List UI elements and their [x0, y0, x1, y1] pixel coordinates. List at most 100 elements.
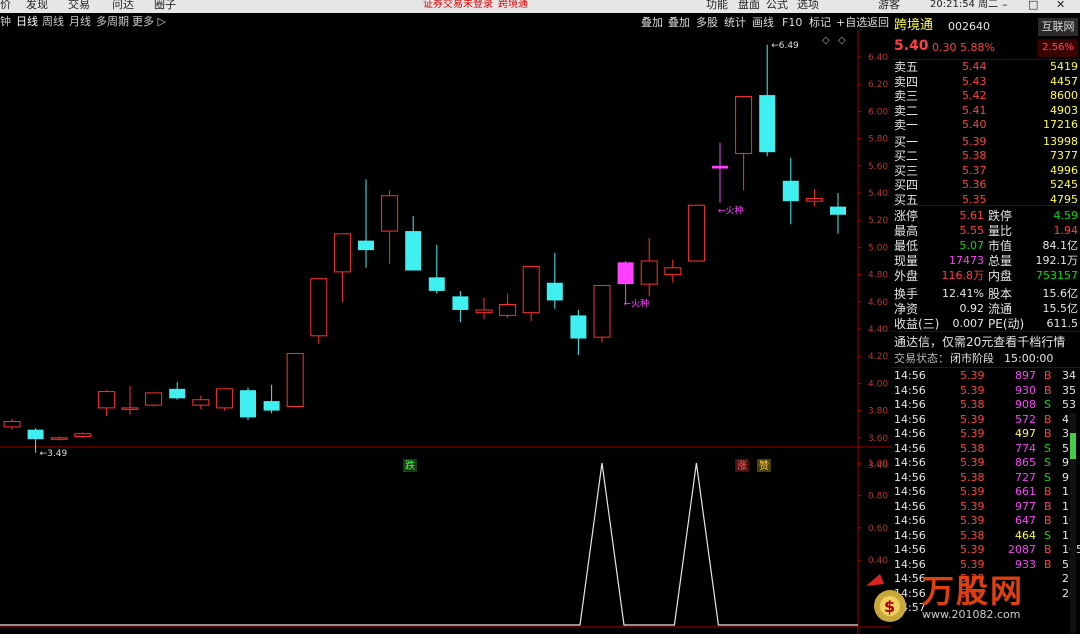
tick-time: 14:56 — [894, 499, 926, 513]
tick-time: 14:56 — [894, 456, 926, 469]
stock-name: 跨境通 — [894, 18, 934, 33]
tab-more[interactable]: 更多 ▷ — [132, 13, 166, 31]
candle-body — [50, 437, 68, 440]
stat-value: 0.92 — [959, 302, 985, 315]
order-book-label: 卖一 — [894, 118, 919, 132]
tick-time: 14:56 — [894, 586, 926, 600]
toolbar-mark-button[interactable]: 标记 — [809, 15, 831, 30]
stat-label: 量比 — [988, 224, 1013, 238]
price-tick-label: 3.60 — [868, 434, 888, 444]
menu-item-discover[interactable]: 发现 — [26, 0, 48, 11]
toolbar-add-watchlist-button[interactable]: +自选 — [836, 15, 867, 30]
toolbar-multi-stock-button[interactable]: 多股 — [696, 15, 718, 30]
candle-body — [121, 407, 139, 410]
tick-side: S — [1044, 470, 1051, 484]
price-tick-label: 4.80 — [868, 271, 888, 281]
tick-price: 5.39 — [960, 586, 985, 600]
candle-body — [687, 204, 705, 262]
stat-value: 4.59 — [1053, 209, 1079, 222]
toolbar-overlay-button[interactable]: 叠加 — [641, 15, 663, 30]
order-book-label: 卖四 — [894, 74, 919, 89]
toolbar-stack-button[interactable]: 叠加 — [668, 15, 690, 30]
tab-multi-period[interactable]: 多周期 — [96, 13, 129, 31]
order-book-label: 买一 — [894, 134, 919, 149]
order-book-volume: 8600 — [1050, 89, 1078, 102]
login-notice[interactable]: 证券交易未登录 — [423, 0, 493, 11]
tick-side: B — [1044, 383, 1052, 397]
tick-time: 14:56 — [894, 427, 926, 440]
high-price-label: ←6.49 — [771, 41, 799, 51]
ad-banner[interactable]: 通达信，仅需20元查看千档行情 — [894, 335, 1065, 349]
minimize-icon[interactable]: – — [1002, 0, 1008, 11]
tick-time: 14:56 — [894, 514, 926, 527]
diamond-icon: ◇ — [822, 35, 830, 46]
tab-daily[interactable]: 日线 — [16, 13, 38, 31]
candle-body — [215, 388, 233, 409]
toolbar-back-button[interactable]: 返回 — [867, 15, 889, 30]
menu-item-options[interactable]: 选项 — [797, 0, 819, 11]
tab-minute[interactable]: 钟 — [0, 13, 11, 31]
candle-body — [192, 399, 210, 406]
tick-time: 14:56 — [894, 557, 926, 571]
stat-value: 5.07 — [959, 239, 985, 252]
order-book-label: 买二 — [894, 149, 919, 163]
stat-label: 市值 — [988, 239, 1013, 253]
signal-up-label: 涨 — [737, 460, 747, 472]
stat-label: 流通 — [988, 302, 1013, 316]
candle-body — [263, 401, 280, 411]
chart-annotations: ←6.49 ←3.49 ←火种 ←火种跌 涨赞 ◇ ◇ — [40, 35, 846, 472]
close-icon[interactable]: ✕ — [1056, 0, 1065, 11]
menu-item-circle[interactable]: 圈子 — [154, 0, 176, 11]
candle-body — [546, 282, 563, 301]
tick-scrollbar[interactable] — [1070, 413, 1076, 633]
menu-item-guest[interactable]: 游客 — [878, 0, 900, 11]
menu-item-ask[interactable]: 问达 — [112, 0, 134, 11]
toolbar-f10-button[interactable]: F10 — [782, 15, 802, 30]
tick-side: B — [1044, 369, 1052, 382]
menu-item-trade[interactable]: 交易 — [68, 0, 90, 11]
tick-side: B — [1044, 514, 1052, 527]
category-badge[interactable]: 互联网 — [1038, 18, 1078, 36]
stat-value: 15.5亿 — [1042, 302, 1079, 315]
tick-side: B — [1044, 499, 1052, 513]
price-axis: 6.40 6.20 6.00 5.80 5.60 5.40 5.20 5.00 4.80 4.60… — [858, 53, 888, 471]
stat-value: 611.5 — [1046, 317, 1079, 330]
menu-item-function[interactable]: 功能 — [706, 0, 728, 11]
price-tick-label: 6.40 — [868, 53, 888, 63]
stat-label: 收益(三) — [894, 317, 940, 331]
tick-price: 5.39 — [960, 499, 985, 513]
tick-side: B — [1044, 427, 1052, 440]
menu-item-board[interactable]: 盘面 — [738, 0, 760, 11]
toolbar-draw-button[interactable]: 画线 — [752, 15, 774, 30]
menu-item-price[interactable]: 价 — [0, 0, 11, 11]
indicator-tick-label: 0.60 — [868, 524, 888, 534]
candle-body — [97, 391, 115, 409]
stat-value: 12.41% — [942, 287, 984, 300]
tick-time: 14:56 — [894, 485, 926, 498]
order-book-price: 5.42 — [962, 89, 987, 102]
order-book-label: 卖五 — [894, 60, 919, 74]
candle-body — [405, 231, 422, 271]
order-book-label: 卖二 — [894, 103, 919, 118]
tab-monthly[interactable]: 月线 — [69, 13, 91, 31]
indicator-tick-label: 0.80 — [868, 491, 888, 501]
tick-volume: 897 — [1015, 369, 1036, 382]
tab-weekly[interactable]: 周线 — [42, 13, 64, 31]
price-change-pct: 5.88% — [960, 41, 995, 54]
stat-label: 内盘 — [988, 269, 1013, 283]
candle-body — [712, 165, 728, 169]
candle-body — [381, 195, 399, 232]
candle-body — [74, 433, 92, 437]
order-book-price: 5.40 — [962, 118, 987, 131]
order-book-price: 5.36 — [962, 178, 987, 191]
candles — [3, 44, 846, 453]
stat-value: 5.55 — [959, 224, 985, 237]
toolbar-stats-button[interactable]: 统计 — [724, 15, 746, 30]
menu-item-formula[interactable]: 公式 — [766, 0, 788, 11]
candlestick-chart[interactable]: 6.40 6.20 6.00 5.80 5.60 5.40 5.20 5.00 4.80 4.60… — [0, 31, 892, 634]
price-tick-label: 5.60 — [868, 162, 888, 172]
candle-body — [475, 309, 493, 314]
maximize-icon[interactable]: □ — [1028, 0, 1038, 11]
stat-label: 最低 — [894, 239, 919, 253]
tick-volume: 774 — [1015, 441, 1036, 455]
